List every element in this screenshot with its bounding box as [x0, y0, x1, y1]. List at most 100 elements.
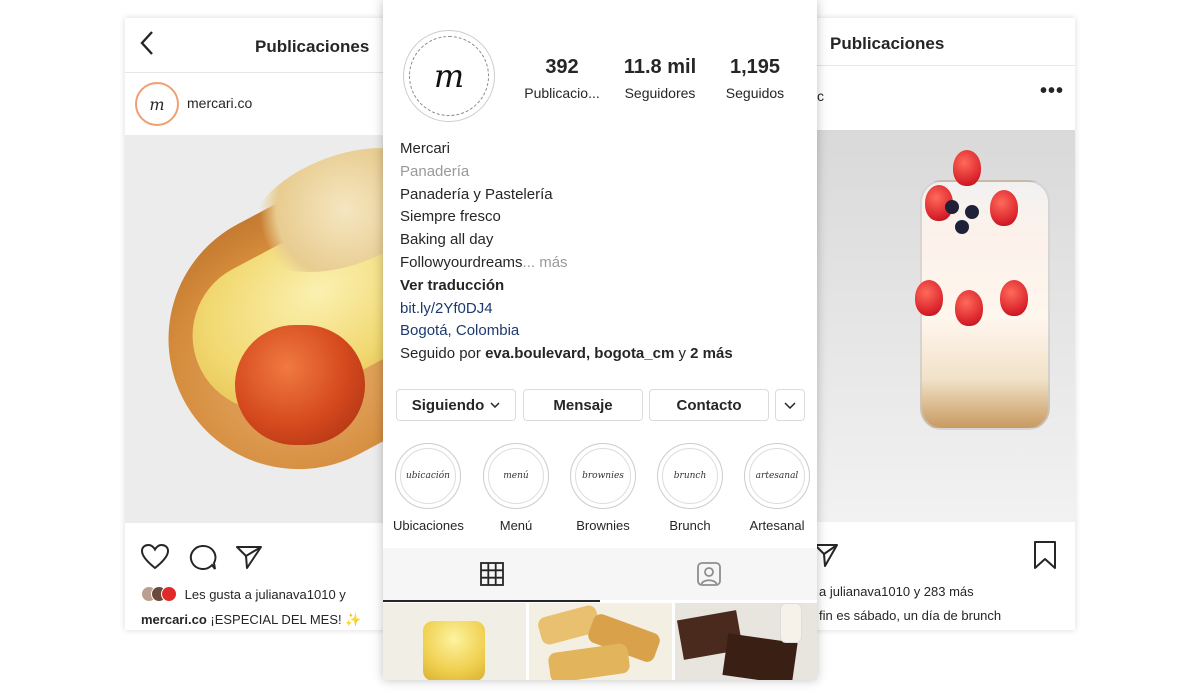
- liker-avatars: [141, 586, 177, 605]
- grid-post-potatoes[interactable]: [529, 603, 672, 680]
- bio-line: Followyourdreams: [400, 253, 523, 271]
- blueberry: [955, 220, 969, 234]
- liker-avatar: [161, 586, 177, 602]
- tagged-icon[interactable]: [696, 561, 722, 587]
- stat-following-value: 1,195: [729, 56, 781, 78]
- bio-line: Baking all day: [400, 231, 494, 249]
- bio-line: Panadería y Pastelería: [400, 185, 553, 203]
- highlight-label: Ubicaciones: [393, 518, 464, 533]
- stat-posts[interactable]: 392 Publicacio...: [512, 56, 612, 101]
- right-post-photo-parfait[interactable]: [805, 130, 1075, 522]
- highlight-cover: brownies: [570, 443, 636, 509]
- more-options-icon[interactable]: •••: [1040, 80, 1064, 103]
- highlight-cover-text: ubicación: [400, 448, 456, 504]
- stat-following-label: Seguidos: [725, 85, 785, 101]
- suggested-accounts-button[interactable]: [775, 389, 805, 421]
- contact-button-label: Contacto: [676, 396, 742, 414]
- bio-line: Siempre fresco: [400, 208, 501, 226]
- comment-icon[interactable]: [189, 544, 217, 571]
- caption-text: ¡ESPECIAL DEL MES! ✨: [210, 612, 362, 627]
- profile-name: Mercari: [400, 140, 451, 157]
- heart-icon[interactable]: [141, 544, 169, 570]
- left-post-username[interactable]: mercari.co: [187, 95, 252, 111]
- avatar-ring: [409, 36, 489, 116]
- highlight-cover-text: menú: [488, 448, 544, 504]
- highlight-label: Artesanal: [749, 518, 805, 533]
- left-post-screen: Publicaciones m mercari.co Les gusta a j…: [125, 18, 395, 630]
- bookmark-icon[interactable]: [1033, 540, 1057, 570]
- profile-location-link[interactable]: Bogotá, Colombia: [400, 320, 800, 343]
- profile-category: Panadería: [400, 162, 470, 180]
- stat-posts-value: 392: [545, 56, 579, 78]
- likes-text: Les gusta a julianava1010 y: [184, 586, 346, 602]
- highlight-cover: artesanal: [744, 443, 810, 509]
- highlight-cover-text: brownies: [575, 448, 631, 504]
- highlight-cover: ubicación: [395, 443, 461, 509]
- blueberry: [945, 200, 959, 214]
- right-post-header: c •••: [805, 66, 1075, 128]
- stat-following[interactable]: 1,195 Seguidos: [705, 56, 805, 101]
- chevron-down-icon: [784, 401, 796, 409]
- strawberry: [990, 190, 1018, 226]
- stat-posts-label: Publicacio...: [524, 85, 600, 101]
- highlight-menu[interactable]: menú Menú: [481, 443, 551, 533]
- followed-mid: y: [674, 345, 691, 363]
- highlight-cover-text: brunch: [662, 448, 718, 504]
- left-header: Publicaciones: [125, 18, 395, 73]
- following-button[interactable]: Siguiendo: [396, 389, 516, 421]
- right-post-likes[interactable]: a julianava1010 y 283 más: [819, 584, 1069, 599]
- see-translation-link[interactable]: Ver traducción: [400, 275, 800, 298]
- right-header: Publicaciones: [805, 18, 1075, 66]
- profile-tabs: [383, 548, 817, 600]
- contact-button[interactable]: Contacto: [649, 389, 769, 421]
- bio-line-last: Followyourdreams... más: [400, 252, 800, 275]
- avatar-logo: m: [149, 94, 165, 114]
- grid-post-drink[interactable]: [383, 603, 526, 680]
- highlight-cover: menú: [483, 443, 549, 509]
- left-post-caption: mercari.co ¡ESPECIAL DEL MES! ✨: [141, 612, 395, 628]
- right-post-caption: fin es sábado, un día de brunch: [819, 608, 1002, 623]
- share-icon[interactable]: [235, 544, 263, 570]
- highlight-brownies[interactable]: brownies Brownies: [568, 443, 638, 533]
- right-post-actions: [805, 536, 1075, 576]
- stat-followers-label: Seguidores: [624, 85, 696, 101]
- strawberry: [953, 150, 981, 186]
- caption-username[interactable]: mercari.co: [141, 612, 207, 627]
- followed-more: 2 más: [690, 345, 733, 363]
- chevron-down-icon: [490, 402, 500, 408]
- active-tab-indicator: [383, 600, 600, 602]
- grid-post-brownies[interactable]: [675, 603, 817, 680]
- grid-icon[interactable]: [480, 562, 504, 586]
- highlight-label: Brownies: [576, 518, 630, 533]
- stat-followers[interactable]: 11.8 mil Seguidores: [610, 56, 710, 101]
- message-button[interactable]: Mensaje: [523, 389, 643, 421]
- left-post-photo-hotdog[interactable]: [125, 135, 395, 523]
- followed-prefix: Seguido por: [400, 345, 486, 363]
- highlight-artesanal[interactable]: artesanal Artesanal: [742, 443, 812, 533]
- stat-followers-value: 11.8 mil: [623, 56, 697, 78]
- profile-bio: Mercari Panadería Panadería y Pastelería…: [400, 138, 800, 366]
- highlight-cover-text: artesanal: [749, 448, 805, 504]
- strawberry: [915, 280, 943, 316]
- right-header-title: Publicaciones: [830, 34, 945, 53]
- highlight-brunch[interactable]: brunch Brunch: [655, 443, 725, 533]
- highlight-ubicaciones[interactable]: ubicación Ubicaciones: [393, 443, 464, 533]
- blueberry: [965, 205, 979, 219]
- message-button-label: Mensaje: [553, 396, 613, 414]
- profile-website-link[interactable]: bit.ly/2Yf0DJ4: [400, 298, 800, 321]
- left-header-title: Publicaciones: [255, 37, 370, 56]
- right-post-username[interactable]: c: [817, 88, 824, 104]
- followed-by[interactable]: Seguido por eva.boulevard, bogota_cm y 2…: [400, 343, 800, 366]
- highlight-cover: brunch: [657, 443, 723, 509]
- posts-grid: [383, 603, 817, 680]
- right-post-screen: Publicaciones c ••• a julianava1010 y 28…: [805, 18, 1075, 630]
- back-arrow-icon[interactable]: [139, 30, 155, 61]
- bio-more-link[interactable]: ... más: [523, 254, 568, 271]
- profile-avatar[interactable]: m: [403, 30, 495, 122]
- highlight-label: Brunch: [669, 518, 711, 533]
- strawberry: [955, 290, 983, 326]
- left-post-likes[interactable]: Les gusta a julianava1010 y: [141, 586, 395, 604]
- potato-wedge: [547, 642, 631, 680]
- drink-glass: [423, 621, 485, 680]
- left-post-avatar[interactable]: m: [135, 82, 179, 126]
